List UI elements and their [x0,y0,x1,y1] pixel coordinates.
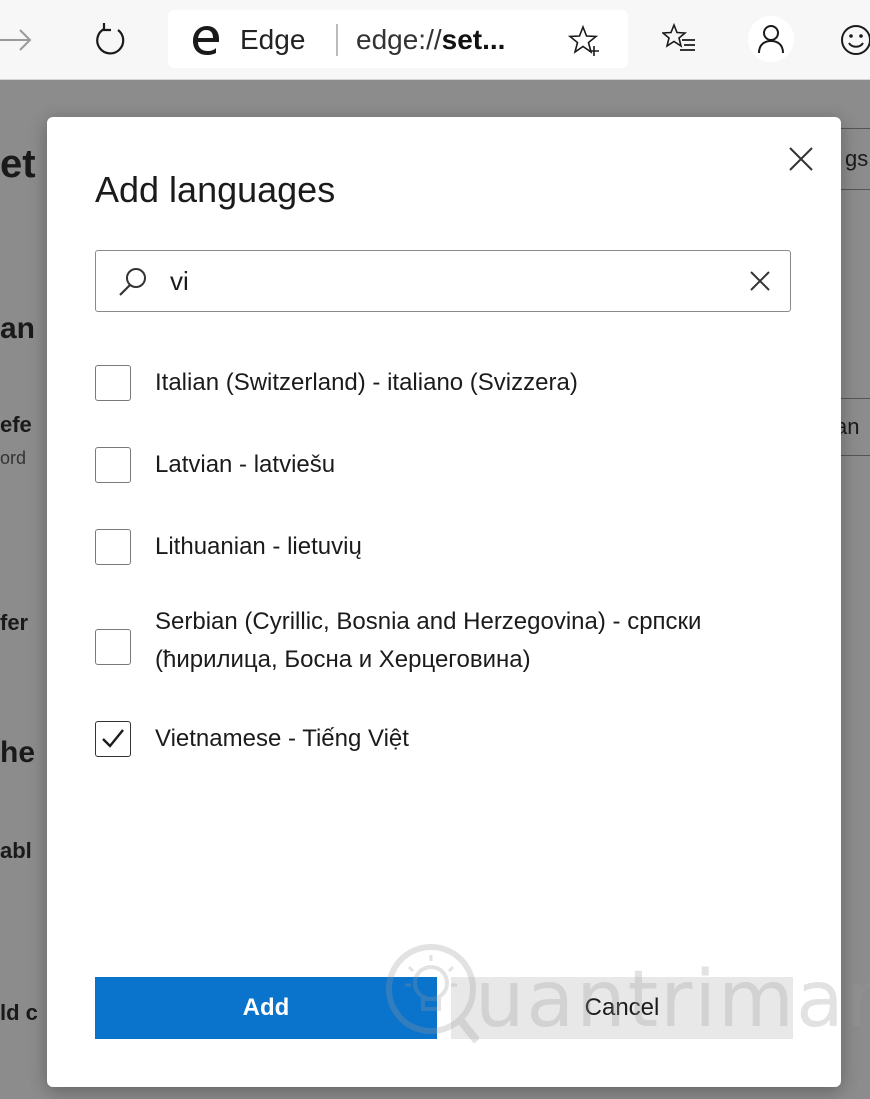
url-prefix: edge:// [356,24,442,55]
language-label: Lithuanian - lietuvių [155,533,362,560]
url-text: edge://set... [356,24,505,56]
close-icon[interactable] [785,143,817,175]
language-checkbox[interactable] [95,365,131,401]
language-label: Serbian (Cyrillic, Bosnia and Herzegovin… [155,608,702,673]
bg-fragment: an [0,312,36,345]
profile-icon [758,25,784,54]
emoji-icon[interactable] [836,20,870,60]
address-bar[interactable]: Edge edge://set... [168,10,628,68]
add-button[interactable]: Add [95,977,437,1039]
site-brand-label: Edge [240,24,306,55]
browser-toolbar: Edge edge://set... [0,0,870,80]
cancel-button[interactable]: Cancel [451,977,793,1039]
language-checkbox[interactable] [95,629,131,665]
bg-fragment: et [0,142,36,186]
language-checkbox[interactable] [95,529,131,565]
add-languages-dialog: Add languages Italian (Switzerland) - it… [47,117,870,1087]
dialog-title: Add languages [95,169,336,210]
edge-logo-icon [193,26,219,55]
language-checkbox-checked[interactable] [95,721,131,757]
bg-fragment: gs [845,146,869,171]
language-label: Vietnamese - Tiếng Việt [155,725,409,752]
checkmark-icon [102,729,124,748]
search-input[interactable] [170,259,730,303]
language-checkbox[interactable] [95,447,131,483]
favorites-icon[interactable] [662,22,696,56]
url-bold-part: set... [441,24,506,55]
language-label: Latvian - latviešu [155,451,336,478]
bg-fragment: fer [0,610,29,635]
bg-fragment: abl [0,838,32,863]
profile-button[interactable] [748,16,794,62]
clear-search-icon[interactable] [748,269,772,293]
bg-fragment: efe [0,412,32,437]
language-label: Italian (Switzerland) - italiano (Svizze… [155,369,578,396]
language-search-box[interactable] [95,250,791,312]
bg-fragment: ord [0,448,27,468]
bg-fragment: ld c [0,1000,38,1025]
back-arrow-icon[interactable] [0,18,44,62]
search-icon [119,268,146,296]
bg-fragment: he [0,736,36,769]
refresh-icon[interactable] [88,18,132,62]
address-separator [336,24,338,56]
add-favorite-star-icon[interactable] [568,24,602,58]
